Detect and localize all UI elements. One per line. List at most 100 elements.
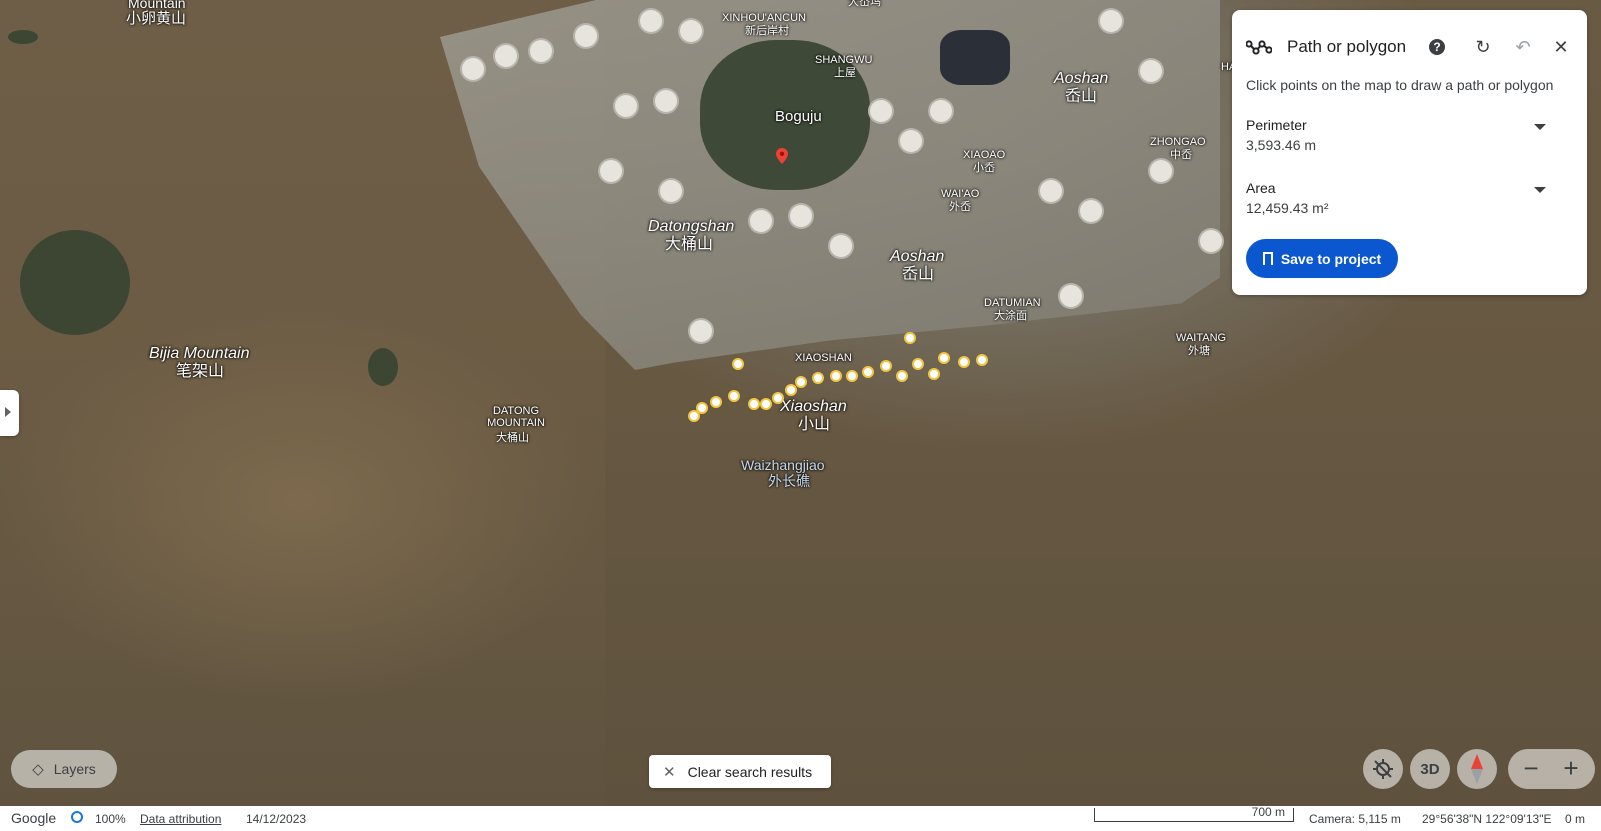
place-label-zh: 大桶山 (665, 236, 714, 253)
path-point[interactable] (880, 360, 892, 372)
place-label: WAITANG (1176, 332, 1227, 344)
expand-sidebar-button[interactable] (0, 390, 19, 436)
compass-button[interactable] (1457, 749, 1497, 789)
storage-tank (930, 100, 952, 122)
save-to-project-button[interactable]: Save to project (1246, 239, 1398, 278)
place-label: XIAOAO (963, 149, 1006, 161)
place-label: DATUMIAN (984, 297, 1041, 309)
storage-tank (462, 58, 484, 80)
data-attribution-link[interactable]: Data attribution (140, 812, 221, 826)
reservoir (940, 30, 1010, 85)
place-label: DATONG MOUNTAIN (487, 405, 545, 430)
path-point[interactable] (760, 398, 772, 410)
storage-tank (830, 235, 852, 257)
path-point[interactable] (772, 392, 784, 404)
path-point[interactable] (732, 358, 744, 370)
storage-tank (655, 90, 677, 112)
perimeter-units-dropdown[interactable] (1534, 124, 1546, 130)
google-logo: Google (11, 810, 57, 826)
measure-panel: Path or polygon ? ↻ ↶ ✕ Click points on … (1232, 10, 1587, 295)
storage-tank (870, 100, 892, 122)
path-point[interactable] (862, 366, 874, 378)
path-point[interactable] (938, 352, 950, 364)
zoom-in-button[interactable]: + (1556, 753, 1586, 783)
storage-tank (690, 320, 712, 342)
storage-tank (1080, 200, 1102, 222)
load-percent: 100% (95, 812, 126, 826)
island-bijia (20, 230, 130, 335)
zoom-out-button[interactable]: − (1516, 753, 1546, 783)
area-units-dropdown[interactable] (1534, 187, 1546, 193)
path-point[interactable] (896, 370, 908, 382)
scale-label: 700 m (1251, 805, 1285, 819)
path-point[interactable] (696, 402, 708, 414)
help-icon[interactable]: ? (1429, 39, 1445, 55)
island-small (368, 348, 398, 386)
storage-tank (790, 205, 812, 227)
place-label: Waizhangjiao (741, 457, 825, 473)
storage-tank (530, 40, 552, 62)
path-point[interactable] (904, 332, 916, 344)
storage-tank (1150, 160, 1172, 182)
storage-tank (1200, 230, 1222, 252)
chevron-right-icon (5, 407, 11, 417)
path-point[interactable] (958, 356, 970, 368)
path-point[interactable] (748, 398, 760, 410)
perimeter-value: 3,593.46 m (1246, 137, 1317, 153)
path-point[interactable] (785, 384, 797, 396)
path-point[interactable] (976, 354, 988, 366)
storage-tank (615, 95, 637, 117)
place-label: WAI'AO (941, 188, 980, 200)
undo-icon[interactable]: ↶ (1512, 36, 1534, 58)
place-label: Aoshan (890, 248, 945, 265)
place-label: XIAOSHAN (795, 352, 852, 364)
storage-tank (1060, 285, 1082, 307)
place-label: Boguju (775, 108, 822, 125)
place-label-zh: 外岙 (949, 201, 971, 213)
place-label-zh: 小卵黄山 (126, 10, 187, 27)
path-point[interactable] (912, 358, 924, 370)
area-value: 12,459.43 m² (1246, 200, 1329, 216)
place-label-zh: 上屋 (834, 67, 856, 79)
camera-altitude: Camera: 5,115 m (1309, 812, 1401, 826)
redo-icon[interactable]: ↻ (1472, 36, 1494, 58)
path-point[interactable] (812, 372, 824, 384)
close-icon[interactable]: ✕ (1550, 36, 1572, 58)
bookmark-icon (1262, 252, 1273, 265)
place-label: XINHOU'ANCUN (722, 12, 806, 24)
storage-tank (1140, 60, 1162, 82)
layers-button[interactable]: ◇ Layers (11, 750, 117, 788)
storage-tank (640, 10, 662, 32)
clear-search-label: Clear search results (687, 763, 813, 780)
perimeter-label: Perimeter (1246, 117, 1307, 133)
panel-title: Path or polygon (1287, 37, 1407, 56)
zoom-control: − + (1508, 749, 1595, 789)
storage-tank (600, 160, 622, 182)
location-pin-icon[interactable] (776, 148, 788, 164)
storage-tank (680, 20, 702, 42)
place-label-zh: 外长礁 (768, 473, 810, 489)
place-label-zh: 外塘 (1188, 345, 1210, 357)
place-label-zh: 岙山 (902, 266, 935, 283)
path-point[interactable] (710, 396, 722, 408)
place-label-zh: 中岙 (1170, 149, 1192, 161)
storage-tank (495, 45, 517, 67)
area-label: Area (1246, 180, 1276, 196)
place-label: Datongshan (648, 218, 735, 235)
panel-hint: Click points on the map to draw a path o… (1246, 77, 1554, 93)
path-point[interactable] (928, 368, 940, 380)
path-point[interactable] (830, 370, 842, 382)
place-label-zh: 小岙 (973, 162, 995, 174)
path-point[interactable] (795, 376, 807, 388)
imagery-date: 14/12/2023 (246, 812, 307, 826)
location-off-button[interactable] (1363, 749, 1403, 789)
path-point[interactable] (728, 390, 740, 402)
compass-icon (1471, 754, 1483, 784)
path-point[interactable] (846, 370, 858, 382)
clear-search-results-button[interactable]: ✕ Clear search results (649, 755, 831, 788)
toggle-3d-button[interactable]: 3D (1410, 749, 1450, 789)
place-label-zh: 新后岸村 (745, 25, 789, 37)
place-label: Bijia Mountain (149, 345, 250, 362)
elevation: 0 m (1565, 812, 1586, 826)
storage-tank (750, 210, 772, 232)
